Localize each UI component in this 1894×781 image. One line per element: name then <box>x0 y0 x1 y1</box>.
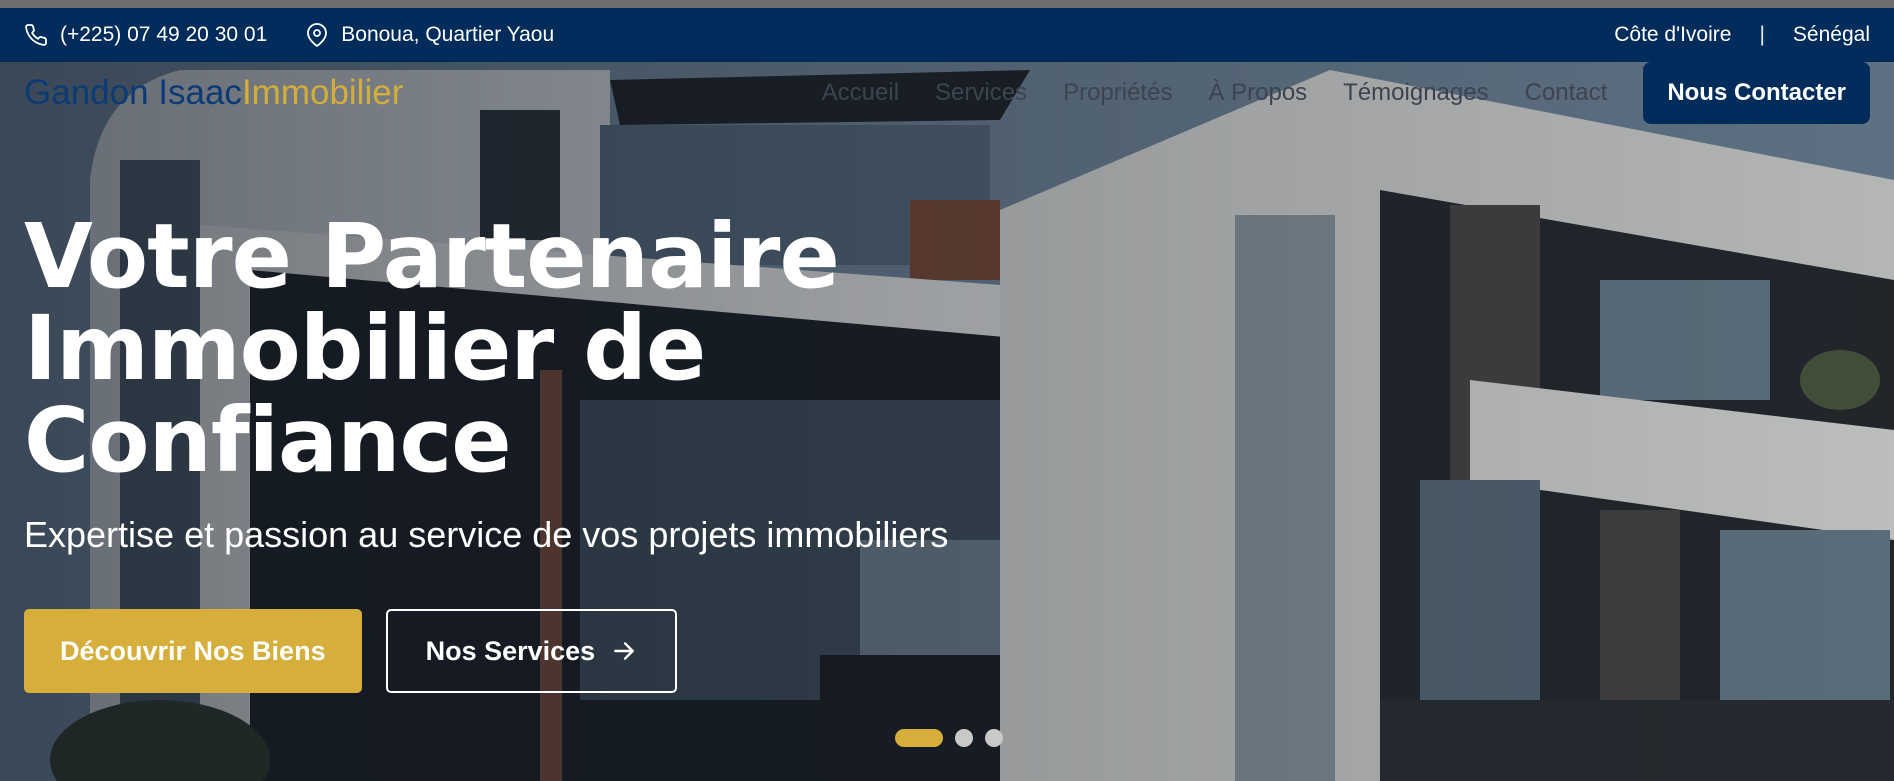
nav-link-a-propos[interactable]: À Propos <box>1208 79 1307 107</box>
top-accent-line <box>0 0 1894 8</box>
slider-pagination <box>895 729 1003 747</box>
slider-dot-active[interactable] <box>895 729 943 747</box>
map-pin-icon <box>307 23 328 47</box>
our-services-label: Nos Services <box>425 635 596 666</box>
nav-link-temoignages[interactable]: Témoignages <box>1343 79 1488 107</box>
discover-properties-button[interactable]: Découvrir Nos Biens <box>24 609 362 693</box>
headline-line: Immobilier de <box>24 296 706 400</box>
headline-line: Confiance <box>24 388 512 492</box>
logo-secondary-text: Immobilier <box>241 73 404 112</box>
slider-dot[interactable] <box>985 729 1003 747</box>
site-logo[interactable]: Gandon Isaac Immobilier <box>24 73 403 113</box>
nav-menu: Accueil Services Propriétés À Propos Tém… <box>786 62 1870 124</box>
address-info: Bonoua, Quartier Yaou <box>305 23 554 47</box>
main-navbar: Gandon Isaac Immobilier Accueil Services… <box>0 62 1894 124</box>
country-senegal[interactable]: Sénégal <box>1793 23 1870 47</box>
slider-dot[interactable] <box>955 729 973 747</box>
nav-link-contact[interactable]: Contact <box>1525 79 1608 107</box>
arrow-right-icon <box>614 642 635 660</box>
phone-icon <box>25 24 47 46</box>
country-switcher: Côte d'Ivoire | Sénégal <box>1614 23 1870 47</box>
contact-cta-button[interactable]: Nous Contacter <box>1643 62 1870 124</box>
discover-properties-label: Découvrir Nos Biens <box>60 635 326 666</box>
headline-line: Votre Partenaire <box>24 204 840 308</box>
nav-link-accueil[interactable]: Accueil <box>822 79 899 107</box>
our-services-button[interactable]: Nos Services <box>385 609 678 693</box>
logo-primary-text: Gandon Isaac <box>24 73 242 112</box>
country-cote-divoire[interactable]: Côte d'Ivoire <box>1614 23 1731 47</box>
country-separator: | <box>1759 23 1765 46</box>
address-text: Bonoua, Quartier Yaou <box>341 23 555 46</box>
hero-headline: Votre Partenaire Immobilier de Confiance <box>24 210 924 486</box>
hero-subheadline: Expertise et passion au service de vos p… <box>24 514 949 555</box>
hero-buttons: Découvrir Nos Biens Nos Services <box>24 609 678 693</box>
contact-info: (+225) 07 49 20 30 01 Bonoua, Quartier Y… <box>24 23 554 47</box>
phone-number: (+225) 07 49 20 30 01 <box>60 23 268 46</box>
phone-contact[interactable]: (+225) 07 49 20 30 01 <box>24 23 267 47</box>
nav-link-proprietes[interactable]: Propriétés <box>1063 79 1172 107</box>
top-info-bar: (+225) 07 49 20 30 01 Bonoua, Quartier Y… <box>0 8 1894 62</box>
nav-link-services[interactable]: Services <box>935 79 1027 107</box>
